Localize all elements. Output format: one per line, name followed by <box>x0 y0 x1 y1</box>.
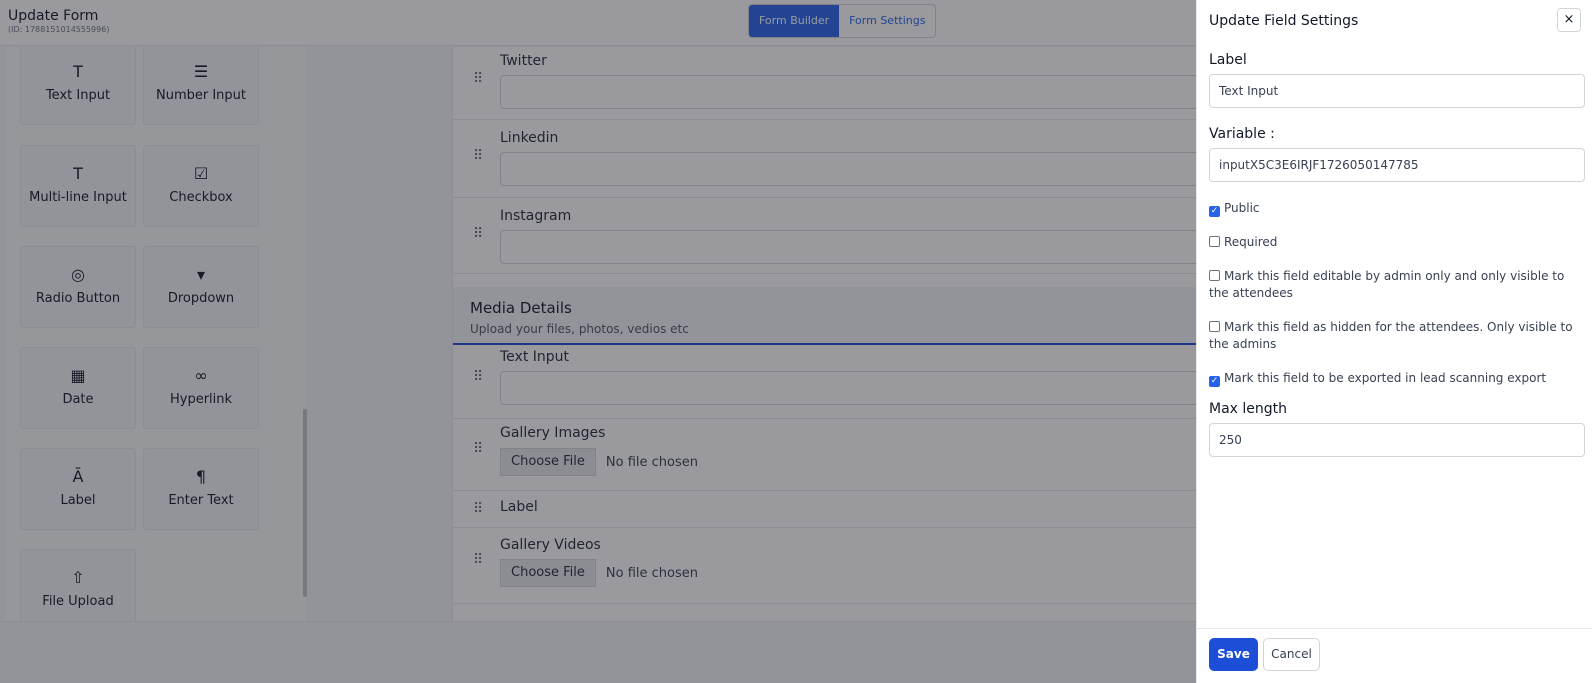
checkbox-label: Mark this field to be exported in lead s… <box>1224 371 1547 385</box>
required-checkbox-row[interactable]: Required <box>1209 234 1581 251</box>
hidden-checkbox-row[interactable]: Mark this field as hidden for the attend… <box>1209 319 1581 353</box>
export-checkbox-row[interactable]: ✓ Mark this field to be exported in lead … <box>1209 370 1581 387</box>
close-icon[interactable]: × <box>1557 8 1581 32</box>
panel-footer: Save Cancel <box>1197 628 1592 683</box>
maxlength-caption: Max length <box>1209 401 1288 417</box>
admin-editable-checkbox-row[interactable]: Mark this field editable by admin only a… <box>1209 268 1581 302</box>
panel-title: Update Field Settings <box>1209 13 1359 29</box>
checkbox-label: Mark this field editable by admin only a… <box>1209 269 1565 300</box>
checkbox-checked-icon[interactable]: ✓ <box>1209 206 1220 217</box>
field-settings-panel: Update Field Settings × Label Text Input… <box>1196 0 1592 683</box>
variable-input[interactable]: inputX5C3E6IRJF1726050147785 <box>1209 148 1585 182</box>
checkbox-icon[interactable] <box>1209 270 1220 281</box>
checkbox-label: Required <box>1224 235 1278 249</box>
cancel-button[interactable]: Cancel <box>1263 638 1320 671</box>
checkbox-label: Public <box>1224 201 1260 215</box>
label-caption: Label <box>1209 52 1247 68</box>
label-input[interactable]: Text Input <box>1209 74 1585 108</box>
variable-caption: Variable : <box>1209 126 1275 142</box>
maxlength-input[interactable]: 250 <box>1209 423 1585 457</box>
save-button[interactable]: Save <box>1209 638 1258 671</box>
checkbox-label: Mark this field as hidden for the attend… <box>1209 320 1573 351</box>
modal-backdrop[interactable] <box>0 0 1196 683</box>
checkbox-checked-icon[interactable]: ✓ <box>1209 376 1220 387</box>
checkbox-icon[interactable] <box>1209 321 1220 332</box>
app-window: Update Form (ID: 17881510145559​96) Form… <box>0 0 1592 683</box>
checkbox-icon[interactable] <box>1209 236 1220 247</box>
public-checkbox-row[interactable]: ✓ Public <box>1209 200 1581 217</box>
